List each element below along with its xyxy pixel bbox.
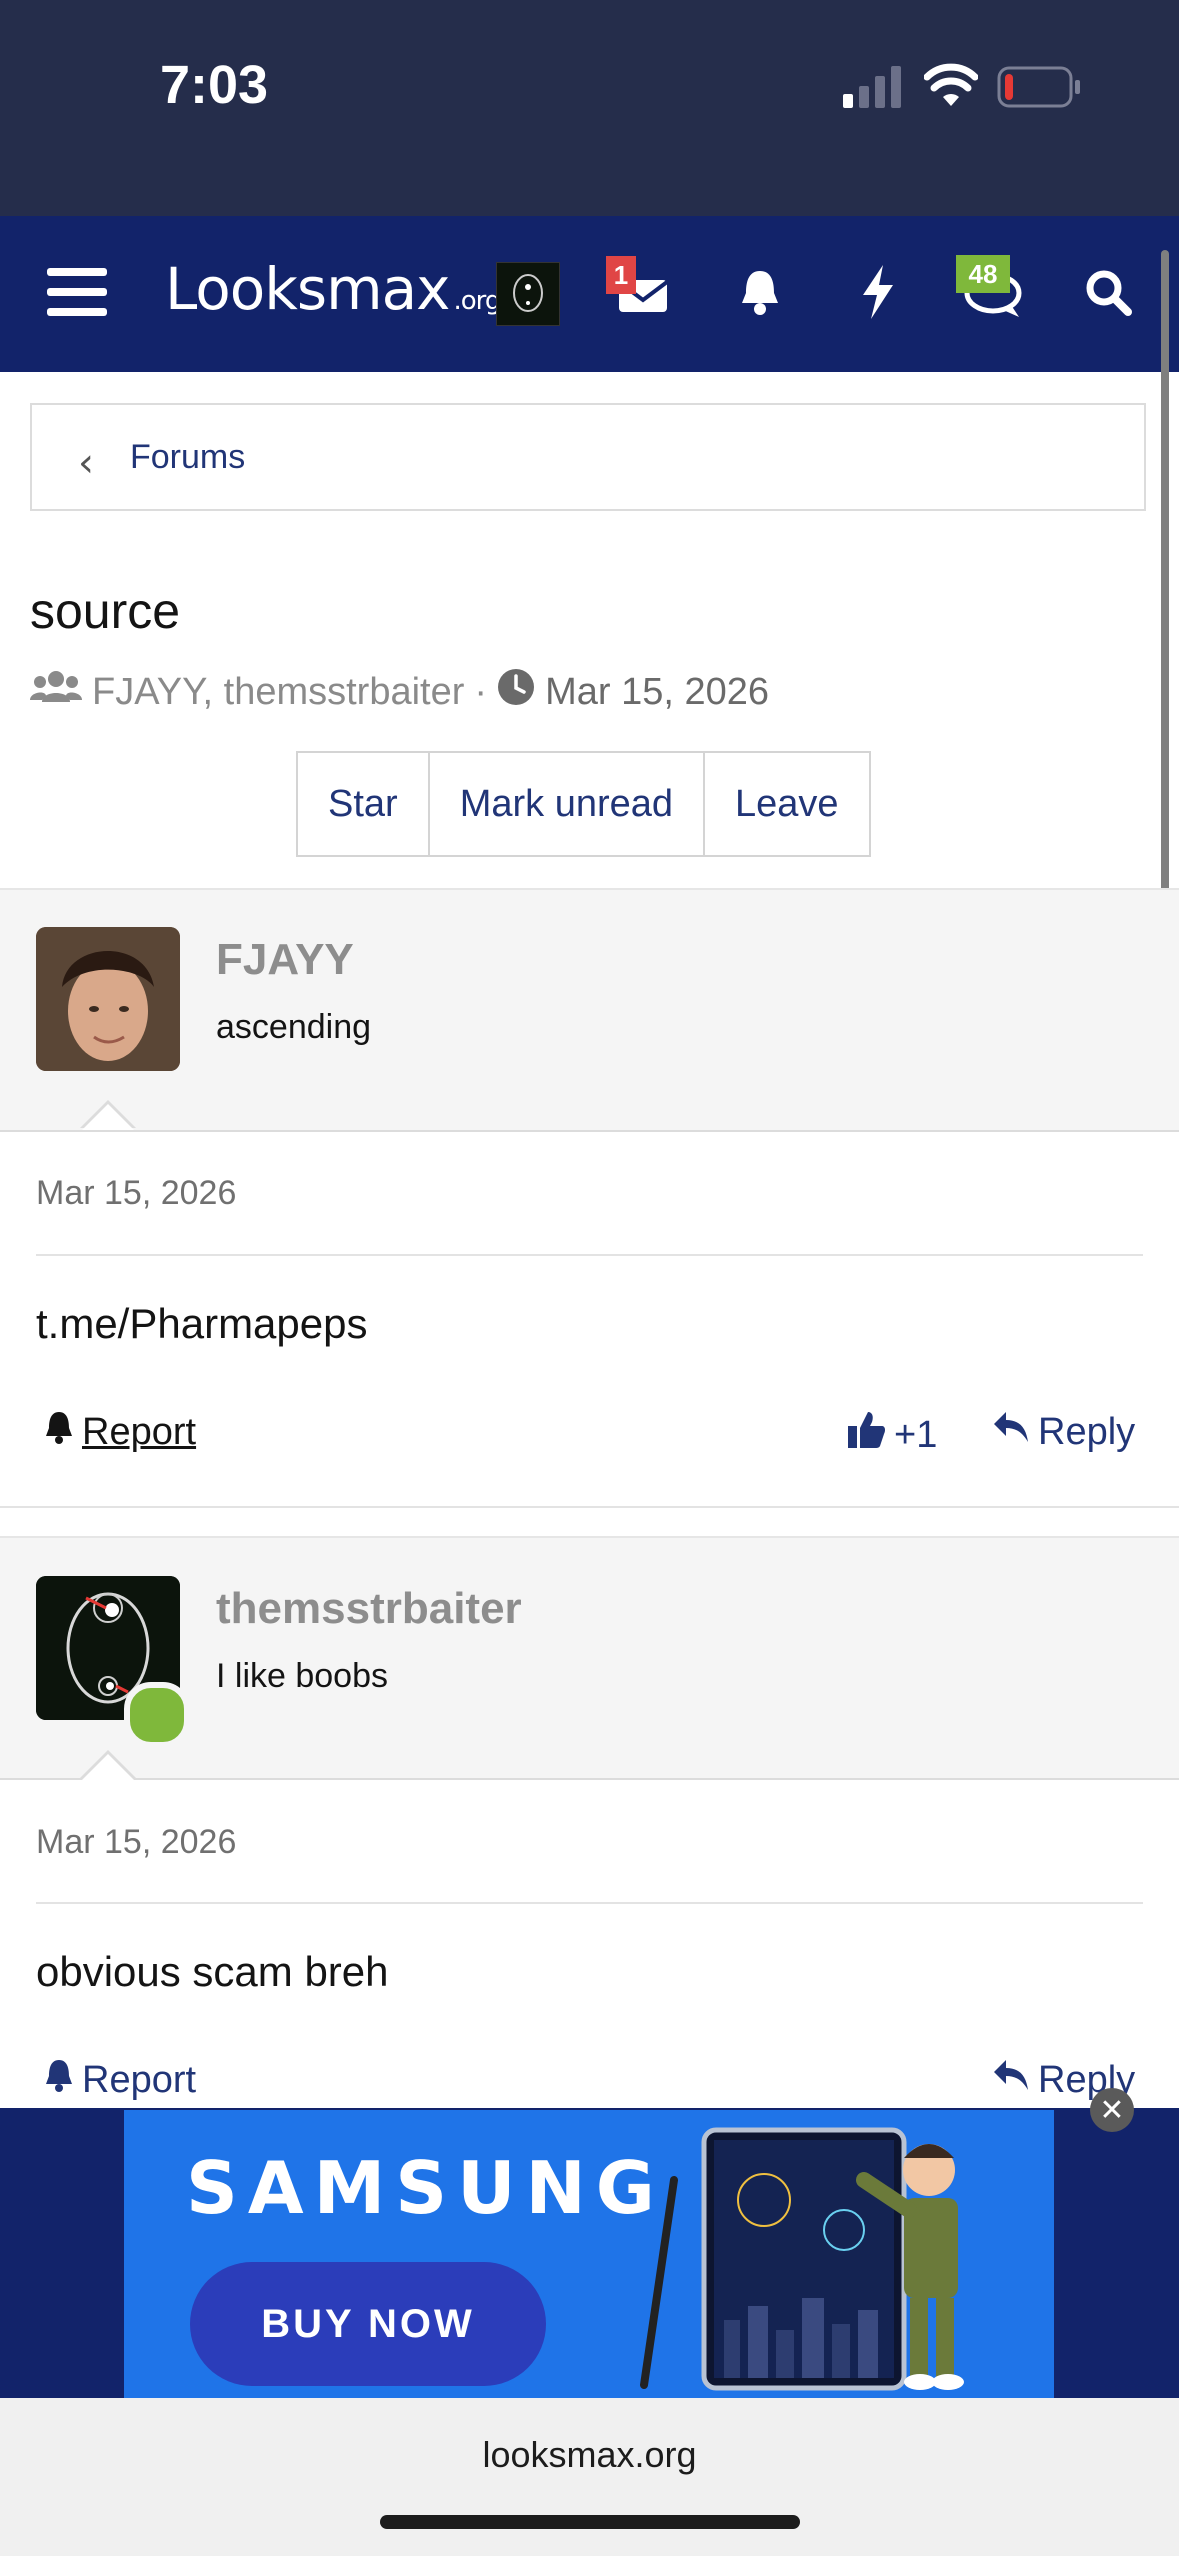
wifi-icon — [923, 62, 979, 111]
message-date[interactable]: Mar 15, 2026 — [36, 1823, 236, 1862]
reply-button[interactable]: Reply — [992, 1410, 1135, 1454]
clock-icon — [497, 668, 535, 716]
breadcrumb-forums-link[interactable]: Forums — [130, 438, 245, 477]
message-separator — [0, 1506, 1179, 1538]
search-icon[interactable] — [1080, 262, 1136, 322]
message-divider — [36, 1254, 1143, 1256]
inbox-badge: 1 — [606, 256, 636, 294]
status-time: 7:03 — [160, 55, 269, 115]
message-date[interactable]: Mar 15, 2026 — [36, 1174, 236, 1213]
user-avatar-nav[interactable] — [496, 262, 560, 326]
mark-unread-button[interactable]: Mark unread — [427, 753, 704, 855]
report-label[interactable]: Report — [82, 1411, 196, 1454]
message-pointer-fill — [82, 1754, 134, 1780]
ad-buy-now-button[interactable]: BUY NOW — [190, 2262, 546, 2386]
bell-icon — [44, 1410, 74, 1454]
message-username[interactable]: FJAYY — [216, 935, 354, 985]
cellular-signal-icon — [843, 66, 905, 113]
thumbs-up-icon — [846, 1410, 886, 1460]
message-body: obvious scam breh — [36, 1948, 389, 1995]
thread-date: Mar 15, 2026 — [545, 670, 769, 713]
reply-label[interactable]: Reply — [1038, 1411, 1135, 1454]
page-scrollbar[interactable] — [1161, 250, 1169, 980]
leave-button[interactable]: Leave — [703, 753, 869, 855]
thread-meta: FJAYY, themsstrbaiter · Mar 15, 2026 — [30, 668, 769, 716]
report-label[interactable]: Report — [82, 2059, 196, 2102]
online-status-indicator — [124, 1682, 190, 1748]
home-indicator[interactable] — [380, 2515, 800, 2529]
browser-address-bar[interactable] — [0, 2398, 1179, 2556]
report-link[interactable]: Report — [44, 2058, 196, 2102]
star-button[interactable]: Star — [298, 753, 428, 855]
logo-suffix: .org — [453, 286, 501, 316]
report-link[interactable]: Report — [44, 1410, 196, 1454]
thread-action-buttons: Star Mark unread Leave — [296, 751, 871, 857]
reaction-count[interactable]: +1 — [894, 1414, 937, 1457]
chevron-left-icon: ‹ — [78, 440, 94, 486]
thread-title: source — [30, 583, 181, 639]
like-reaction[interactable]: +1 — [846, 1410, 937, 1460]
bell-icon — [44, 2058, 74, 2102]
message-username[interactable]: themsstrbaiter — [216, 1584, 522, 1634]
chat-badge: 48 — [956, 255, 1010, 293]
message-user-title: I like boobs — [216, 1657, 388, 1695]
reply-arrow-icon — [992, 1410, 1030, 1454]
browser-url[interactable]: looksmax.org — [0, 2434, 1179, 2476]
message-pointer-fill — [82, 1104, 134, 1130]
hamburger-menu-icon[interactable] — [44, 262, 110, 322]
message-body: t.me/Pharmapeps — [36, 1300, 368, 1347]
thread-participants[interactable]: FJAYY, themsstrbaiter — [92, 671, 464, 714]
reply-arrow-icon — [992, 2058, 1030, 2102]
ad-close-icon[interactable]: ✕ — [1090, 2088, 1134, 2132]
battery-icon — [997, 66, 1081, 113]
users-icon — [30, 670, 82, 714]
ad-brand-text: SAMSUNG — [186, 2146, 665, 2230]
whats-new-bolt-icon[interactable] — [850, 262, 906, 322]
site-logo[interactable]: Looksmax .org — [165, 255, 501, 323]
notifications-bell-icon[interactable] — [730, 262, 790, 322]
logo-text: Looksmax — [165, 255, 450, 323]
message-user-title: ascending — [216, 1008, 372, 1046]
meta-separator: · — [474, 670, 488, 713]
avatar[interactable] — [36, 927, 180, 1071]
message-divider — [36, 1902, 1143, 1904]
